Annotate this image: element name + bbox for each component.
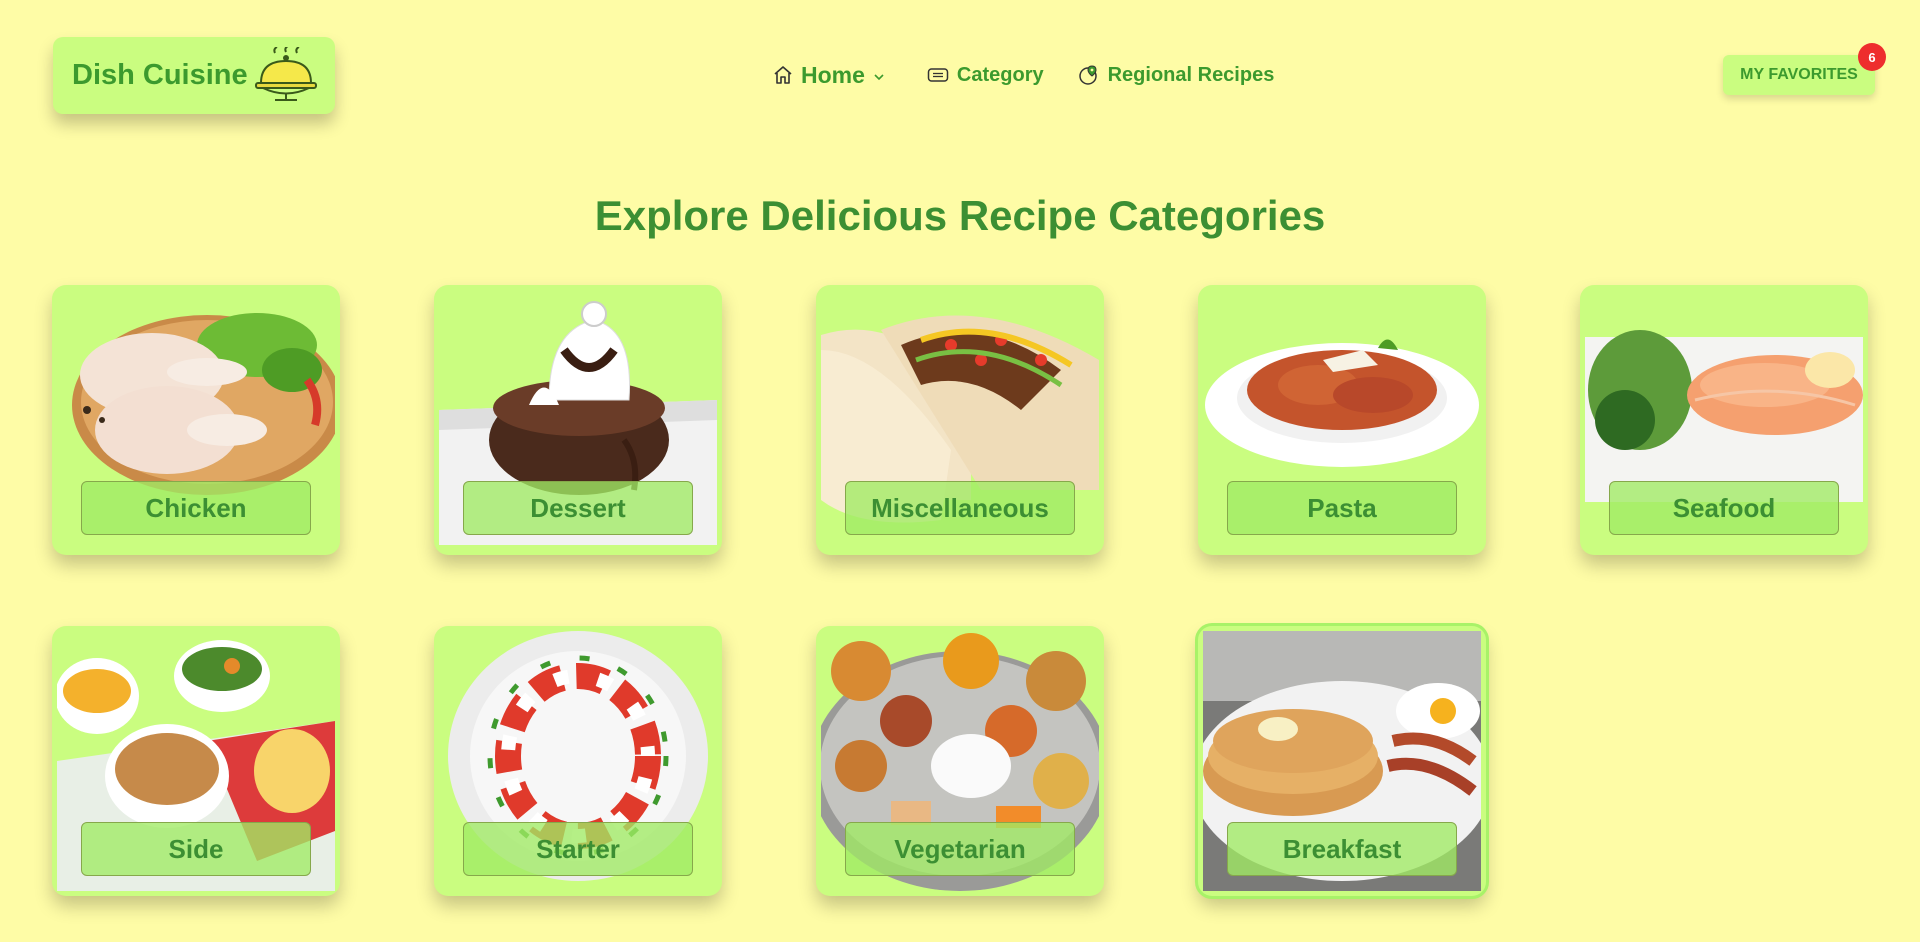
- category-icon: [927, 66, 949, 84]
- category-label: Side: [81, 822, 311, 876]
- category-card-dessert[interactable]: Dessert: [434, 285, 722, 555]
- category-card-seafood[interactable]: Seafood: [1580, 285, 1868, 555]
- category-label: Seafood: [1609, 481, 1839, 535]
- category-label: Chicken: [81, 481, 311, 535]
- category-card-chicken[interactable]: Chicken: [52, 285, 340, 555]
- category-card-breakfast[interactable]: Breakfast: [1198, 626, 1486, 896]
- brand-logo[interactable]: Dish Cuisine: [53, 37, 335, 114]
- category-card-side[interactable]: Side: [52, 626, 340, 896]
- globe-pin-icon: [1078, 64, 1100, 86]
- category-label: Dessert: [463, 481, 693, 535]
- my-favorites-button[interactable]: MY FAVORITES: [1723, 55, 1875, 95]
- category-card-vegetarian[interactable]: Vegetarian: [816, 626, 1104, 896]
- nav-home[interactable]: Home: [773, 62, 889, 89]
- brand-name: Dish Cuisine: [72, 59, 248, 91]
- nav-regional-label: Regional Recipes: [1107, 63, 1275, 86]
- category-card-pasta[interactable]: Pasta: [1198, 285, 1486, 555]
- category-card-starter[interactable]: Starter: [434, 626, 722, 896]
- page-title: Explore Delicious Recipe Categories: [594, 192, 1326, 239]
- cloche-icon: [253, 45, 319, 108]
- category-card-miscellaneous[interactable]: Miscellaneous: [816, 285, 1104, 555]
- nav-category-label: Category: [956, 63, 1044, 86]
- category-label: Starter: [463, 822, 693, 876]
- chevron-down-icon[interactable]: [873, 62, 885, 89]
- main-nav: Home Category Regional Recipes: [773, 60, 1274, 90]
- nav-home-label: Home: [801, 61, 865, 88]
- category-label: Breakfast: [1227, 822, 1457, 876]
- nav-category[interactable]: Category: [927, 64, 1044, 87]
- nav-regional-recipes[interactable]: Regional Recipes: [1078, 63, 1275, 87]
- category-label: Vegetarian: [845, 822, 1075, 876]
- category-label: Pasta: [1227, 481, 1457, 535]
- favorites-count-badge: 6: [1858, 43, 1886, 71]
- home-icon: [773, 65, 793, 85]
- category-label: Miscellaneous: [845, 481, 1075, 535]
